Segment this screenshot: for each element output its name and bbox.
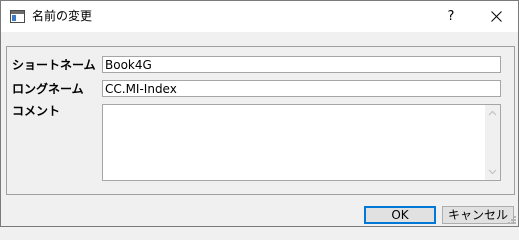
short-name-input[interactable]: Book4G [102, 56, 501, 73]
dialog-app-icon [10, 10, 25, 23]
close-button[interactable] [476, 1, 516, 32]
cancel-button[interactable]: キャンセル [442, 206, 514, 224]
long-name-input[interactable]: CC.MI-Index [102, 80, 501, 97]
close-icon [490, 11, 502, 22]
scroll-up-arrow-icon[interactable] [488, 109, 497, 118]
help-button[interactable]: ? [431, 1, 471, 32]
short-name-label: ショートネーム [12, 58, 96, 72]
comment-textarea[interactable] [102, 104, 501, 181]
title-bar[interactable]: 名前の変更 ? [1, 1, 518, 32]
rename-dialog: 名前の変更 ? ショートネーム Book4G ロングネーム CC.MI-Inde… [0, 0, 519, 227]
resize-grip-icon[interactable] [507, 215, 517, 225]
comment-label: コメント [12, 104, 61, 118]
ok-button[interactable]: OK [364, 206, 436, 224]
scroll-down-arrow-icon[interactable] [488, 167, 497, 176]
dialog-title: 名前の変更 [32, 9, 93, 23]
long-name-label: ロングネーム [12, 82, 84, 96]
comment-scrollbar[interactable] [485, 105, 500, 180]
